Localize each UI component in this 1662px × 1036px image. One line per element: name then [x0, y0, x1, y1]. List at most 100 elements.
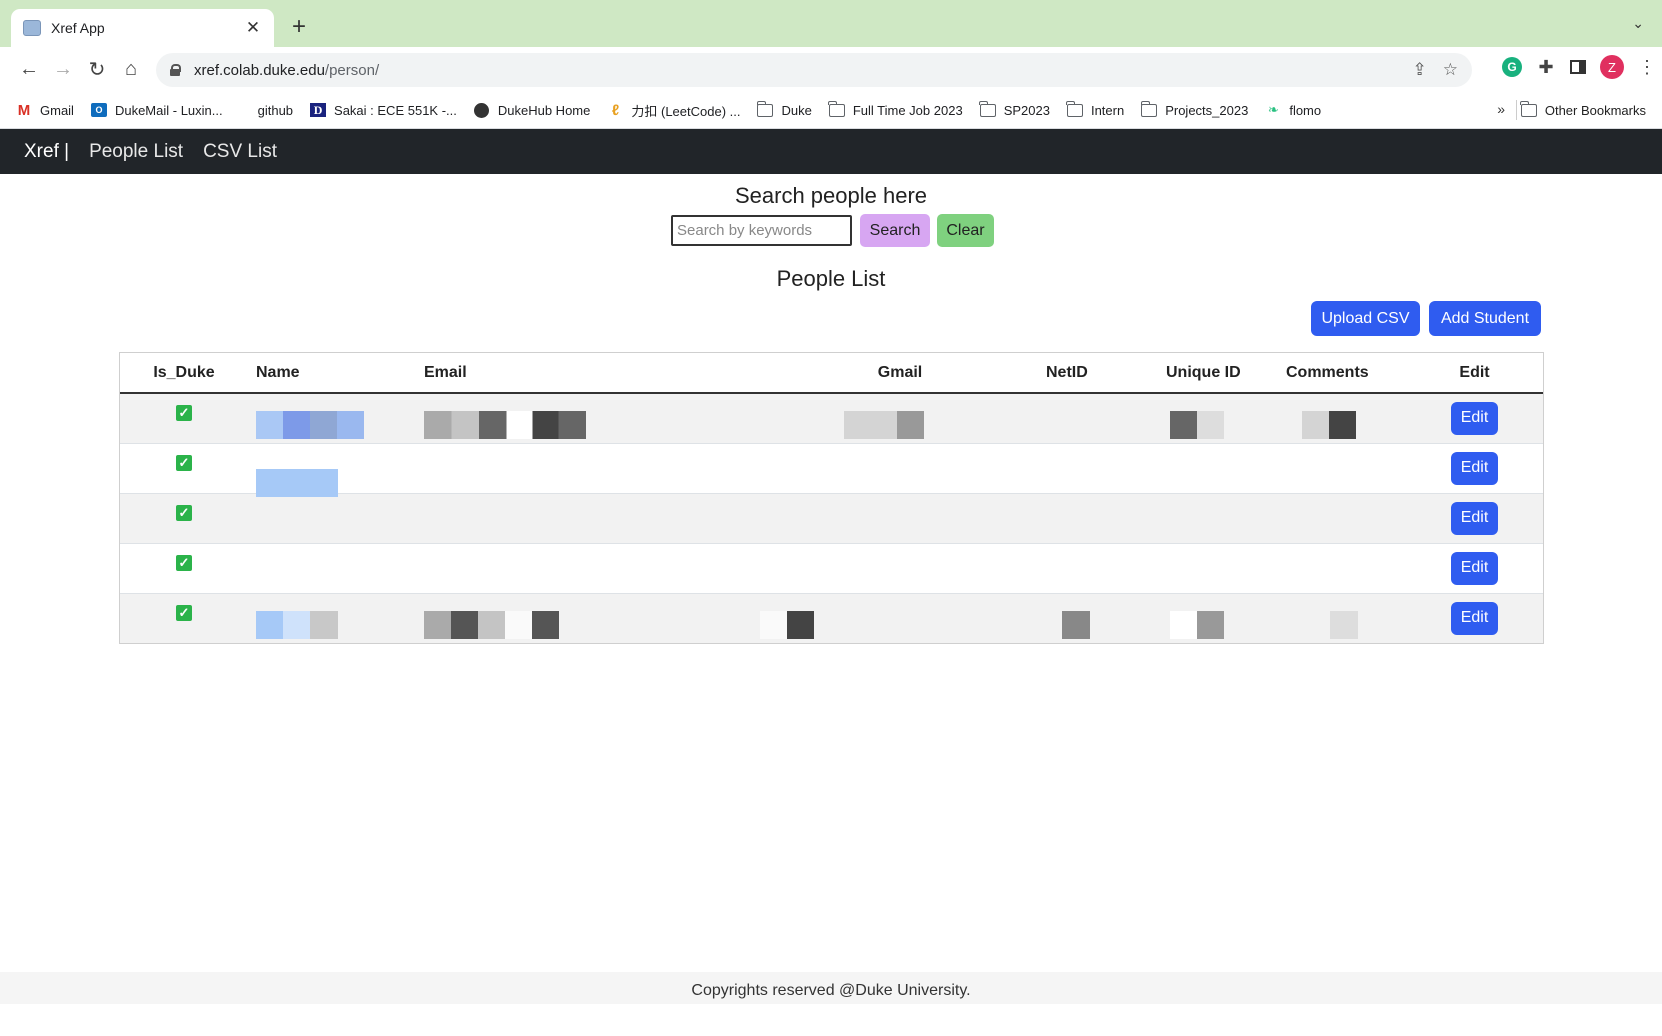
bookmark-label: flomo — [1289, 102, 1322, 118]
bookmark-label: Intern — [1090, 102, 1125, 118]
bookmark-leetcode[interactable]: ℓ 力扣 (LeetCode) ... — [607, 101, 741, 120]
table-row: ✓ Edit — [120, 442, 1543, 497]
page-footer: Copyrights reserved @Duke University. — [0, 972, 1662, 1004]
reload-icon[interactable]: ↻ — [80, 53, 114, 87]
folder-icon — [756, 100, 774, 117]
bookmark-label: Projects_2023 — [1165, 102, 1249, 118]
more-bookmarks-icon[interactable]: » — [1497, 101, 1505, 117]
is-duke-check-icon: ✓ — [176, 554, 192, 571]
bookmark-sakai[interactable]: D Sakai : ECE 551K -... — [310, 103, 457, 118]
close-tab-icon[interactable]: ✕ — [244, 18, 262, 38]
bookmark-folder-sp2023[interactable]: SP2023 — [979, 100, 1050, 118]
email-cell-redacted — [416, 392, 746, 443]
bookmark-label: github — [257, 102, 294, 118]
new-tab-icon[interactable]: + — [287, 13, 311, 41]
col-header-is-duke: Is_Duke — [120, 353, 248, 394]
comments-cell-redacted — [1286, 392, 1406, 443]
bookmark-gmail[interactable]: M Gmail — [16, 101, 74, 119]
url-host: xref.colab.duke.edu — [194, 61, 325, 79]
bookmark-label: DukeMail - Luxin... — [114, 102, 223, 118]
gmail-cell-redacted — [746, 392, 1046, 443]
flomo-icon: ❧ — [1267, 102, 1279, 117]
people-list-heading: People List — [776, 266, 886, 291]
people-table: Is_Duke Name Email Gmail NetID Unique ID… — [119, 352, 1544, 644]
bookmark-github[interactable]: github — [258, 103, 293, 118]
bookmark-label: Sakai : ECE 551K -... — [334, 102, 457, 118]
col-header-netid: NetID — [1046, 353, 1166, 394]
app-brand[interactable]: Xref | — [24, 141, 69, 163]
name-cell-redacted — [248, 392, 416, 443]
bookmark-folder-projects[interactable]: Projects_2023 — [1140, 100, 1249, 118]
bookmark-flomo[interactable]: ❧ flomo — [1265, 102, 1322, 118]
folder-icon — [979, 100, 996, 117]
grammarly-extension-icon[interactable]: G — [1502, 57, 1522, 77]
edit-button[interactable]: Edit — [1451, 451, 1498, 485]
col-header-email: Email — [416, 353, 746, 394]
bookmarks-bar: M Gmail O DukeMail - Luxin... github D S… — [0, 92, 1662, 129]
comments-cell-redacted — [1286, 592, 1406, 643]
bookmark-label: Gmail — [40, 102, 74, 118]
netid-cell-redacted — [1046, 392, 1166, 443]
folder-icon — [828, 100, 845, 117]
chevron-down-icon[interactable]: ⌄ — [1632, 15, 1644, 32]
search-input[interactable] — [671, 215, 852, 246]
star-icon[interactable]: ☆ — [1443, 60, 1458, 80]
edit-button[interactable]: Edit — [1451, 401, 1498, 435]
globe-icon — [474, 102, 490, 118]
app-navbar: Xref | People List CSV List — [0, 129, 1662, 174]
is-duke-check-icon: ✓ — [176, 404, 192, 421]
bookmark-folder-duke[interactable]: Duke — [756, 100, 812, 118]
search-button[interactable]: Search — [860, 214, 930, 247]
side-panel-icon[interactable] — [1570, 60, 1586, 74]
edit-button[interactable]: Edit — [1451, 551, 1498, 585]
bookmark-folder-fulltime[interactable]: Full Time Job 2023 — [828, 100, 963, 118]
bookmark-label: Full Time Job 2023 — [852, 102, 963, 118]
email-cell-redacted — [416, 592, 746, 643]
bookmark-dukemail[interactable]: O DukeMail - Luxin... — [90, 102, 223, 118]
sakai-icon: D — [310, 103, 327, 117]
lock-icon[interactable] — [170, 64, 181, 76]
share-icon[interactable]: ⇪ — [1413, 60, 1427, 80]
col-header-gmail: Gmail — [746, 353, 1046, 394]
nav-people-list[interactable]: People List — [89, 141, 183, 163]
edit-button[interactable]: Edit — [1451, 501, 1498, 535]
back-icon[interactable]: ← — [12, 53, 46, 87]
browser-tab[interactable]: Xref App ✕ — [11, 9, 274, 47]
table-row: ✓ Edit — [120, 492, 1543, 543]
search-row: Search Clear — [671, 214, 994, 247]
netid-cell-redacted — [1046, 592, 1166, 643]
bookmark-label: Duke — [781, 102, 812, 118]
bookmark-dukehub[interactable]: DukeHub Home — [474, 102, 591, 118]
outlook-icon: O — [90, 103, 107, 117]
table-row: ✓ Edit — [120, 592, 1543, 643]
bookmark-label: Other Bookmarks — [1544, 103, 1646, 118]
col-header-name: Name — [248, 353, 416, 394]
col-header-unique-id: Unique ID — [1166, 353, 1286, 394]
bookmark-folder-intern[interactable]: Intern — [1066, 100, 1125, 118]
unique-id-cell-redacted — [1166, 392, 1286, 443]
add-student-button[interactable]: Add Student — [1429, 301, 1541, 336]
nav-csv-list[interactable]: CSV List — [203, 141, 277, 163]
leetcode-icon: ℓ — [611, 101, 620, 119]
gmail-icon: M — [17, 101, 31, 119]
browser-tabstrip: Xref App ✕ + ⌄ — [0, 0, 1662, 47]
is-duke-check-icon: ✓ — [176, 454, 192, 471]
bookmark-label: 力扣 (LeetCode) ... — [631, 103, 741, 119]
folder-icon — [1066, 100, 1083, 117]
gmail-cell-redacted — [746, 592, 1046, 643]
other-bookmarks[interactable]: Other Bookmarks — [1520, 101, 1646, 118]
upload-csv-button[interactable]: Upload CSV — [1311, 301, 1420, 336]
address-bar[interactable]: xref.colab.duke.edu/person/ ⇪ ☆ — [156, 53, 1472, 87]
unique-id-cell-redacted — [1166, 592, 1286, 643]
forward-icon[interactable]: → — [46, 53, 80, 87]
search-heading: Search people here — [734, 183, 928, 208]
profile-avatar[interactable]: Z — [1600, 55, 1624, 79]
clear-button[interactable]: Clear — [937, 214, 994, 247]
menu-kebab-icon[interactable]: ⋮ — [1638, 57, 1656, 78]
table-header-row: Is_Duke Name Email Gmail NetID Unique ID… — [120, 353, 1543, 394]
edit-button[interactable]: Edit — [1451, 601, 1498, 635]
home-icon[interactable]: ⌂ — [114, 53, 148, 87]
col-header-comments: Comments — [1286, 353, 1406, 394]
bookmark-label: DukeHub Home — [497, 102, 591, 118]
extensions-puzzle-icon[interactable]: ✚ — [1536, 57, 1556, 78]
